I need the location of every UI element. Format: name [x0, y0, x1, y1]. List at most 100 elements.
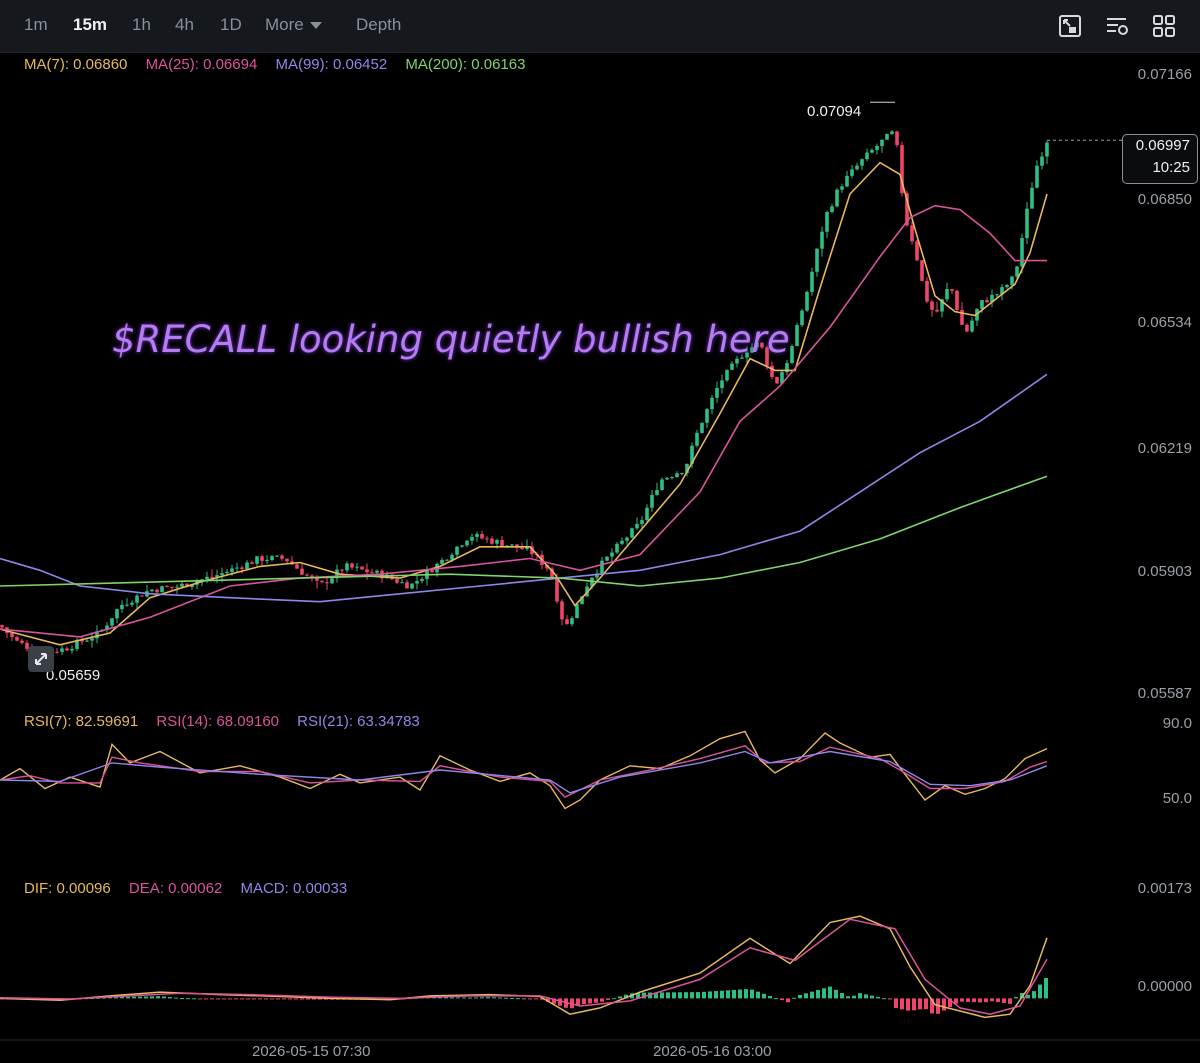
macd-bar: [738, 989, 742, 999]
candle-body: [465, 540, 469, 546]
macd-bar: [732, 989, 736, 999]
macd-bar: [876, 996, 880, 999]
candle-body: [65, 648, 69, 651]
macd-bar: [942, 998, 946, 1011]
candle-body: [675, 473, 679, 478]
candle-body: [520, 547, 524, 550]
candle-body: [150, 589, 154, 592]
macd-bar: [900, 998, 904, 1010]
macd-bar: [222, 998, 226, 1000]
candle-body: [775, 377, 779, 384]
candle-body: [1030, 187, 1034, 209]
candle-body: [295, 564, 299, 569]
macd-bar: [126, 996, 130, 999]
macd-bar: [144, 996, 148, 999]
candle-body: [510, 544, 514, 546]
candle-body: [250, 562, 254, 564]
candle-body: [365, 569, 369, 573]
candle-body: [1045, 142, 1049, 157]
macd-bar: [216, 998, 220, 1000]
candle-body: [855, 165, 859, 170]
macd-bar: [822, 988, 826, 999]
candle-body: [620, 540, 624, 544]
macd-bar: [492, 997, 496, 999]
macd-bar: [252, 998, 256, 1000]
candle-body: [825, 211, 829, 232]
candle-body: [635, 523, 639, 529]
candle-body: [85, 640, 89, 642]
last-price-box: 0.06997 10:25: [1122, 134, 1198, 184]
rsi-line-rsi7: [0, 730, 1048, 810]
macd-bar: [504, 997, 508, 999]
macd-bar: [894, 998, 898, 1009]
macd-bar: [582, 998, 586, 1005]
candle-body: [995, 294, 999, 296]
macd-bar: [120, 997, 124, 999]
candle-body: [670, 477, 674, 479]
candle-body: [800, 310, 804, 326]
candle-body: [450, 554, 454, 560]
macd-bar: [666, 992, 670, 999]
candle-body: [305, 574, 309, 576]
macd-bar: [204, 998, 208, 1000]
candle-body: [1035, 165, 1039, 188]
candle-body: [935, 309, 939, 312]
candle-body: [230, 568, 234, 572]
candle-body: [930, 301, 934, 310]
candle-countdown: 10:25: [1152, 159, 1190, 176]
macd-bar: [600, 998, 604, 1002]
candle-body: [705, 409, 709, 423]
candle-body: [345, 563, 349, 571]
candle-body: [1020, 238, 1024, 267]
candle-body: [445, 559, 449, 561]
candle-body: [210, 576, 214, 578]
macd-bar: [804, 993, 808, 999]
candle-body: [495, 539, 499, 544]
macd-bar: [234, 998, 238, 1000]
candle-body: [840, 186, 844, 190]
candle-body: [555, 579, 559, 602]
candle-body: [600, 560, 604, 574]
price-chart[interactable]: [0, 0, 1200, 1063]
ma-line-ma200: [0, 475, 1048, 587]
candle-body: [810, 271, 814, 292]
macd-bar: [306, 998, 310, 1000]
macd-bar: [846, 996, 850, 999]
macd-bar: [702, 991, 706, 999]
macd-bar: [1014, 996, 1018, 999]
candle-body: [1025, 208, 1029, 239]
candle-body: [950, 289, 954, 291]
candle-body: [615, 543, 619, 553]
candle-body: [175, 586, 179, 588]
candle-body: [395, 579, 399, 583]
macd-bar: [678, 992, 682, 999]
candle-body: [610, 552, 614, 557]
expand-icon[interactable]: [28, 646, 54, 672]
candle-body: [955, 290, 959, 310]
candle-body: [90, 638, 94, 641]
macd-bar: [180, 998, 184, 1000]
macd-bar: [720, 990, 724, 999]
candle-body: [360, 566, 364, 570]
macd-bar: [462, 997, 466, 999]
candle-body: [655, 489, 659, 495]
candle-body: [650, 494, 654, 508]
macd-bar: [282, 998, 286, 1000]
macd-bar: [516, 998, 520, 1000]
candle-body: [980, 300, 984, 309]
macd-bar: [588, 998, 592, 1004]
macd-bar: [288, 998, 292, 1000]
macd-line-dif: [0, 915, 1048, 1019]
macd-bar: [840, 993, 844, 999]
macd-bar: [864, 994, 868, 999]
candle-body: [790, 346, 794, 363]
candle-body: [885, 133, 889, 140]
candle-body: [895, 131, 899, 146]
macd-bar: [522, 998, 526, 1000]
candle-body: [605, 556, 609, 561]
candle-body: [640, 520, 644, 524]
candle-body: [205, 576, 209, 580]
candle-body: [985, 300, 989, 303]
macd-bar: [618, 996, 622, 999]
candle-body: [340, 569, 344, 571]
